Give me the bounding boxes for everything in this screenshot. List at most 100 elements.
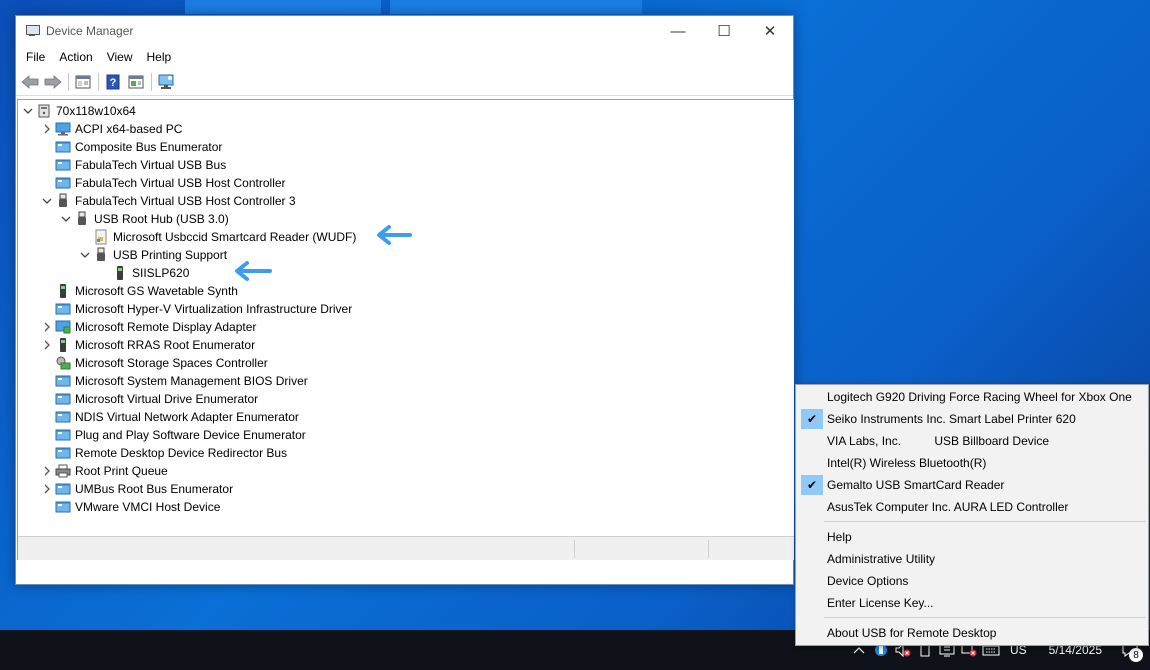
menu-action[interactable]: Action: [52, 48, 99, 66]
tree-item-label: UMBus Root Bus Enumerator: [75, 482, 234, 496]
desktop-window-edge: [185, 0, 381, 14]
menu-check-slot: [798, 431, 826, 451]
tree-item-label: Microsoft Remote Display Adapter: [75, 320, 257, 334]
menu-device-item[interactable]: ✔ Gemalto USB SmartCard Reader: [798, 474, 1146, 496]
menu-device-label: VIA Labs, Inc. USB Billboard Device: [827, 434, 1050, 448]
expand-chevron-icon[interactable]: [39, 336, 55, 354]
smartcard-icon: [93, 229, 109, 245]
system-device-icon: [55, 157, 71, 173]
help-icon[interactable]: ?: [102, 71, 124, 93]
tree-item[interactable]: Plug and Play Software Device Enumerator: [39, 426, 306, 444]
usb-redirect-context-menu: Logitech G920 Driving Force Racing Wheel…: [795, 384, 1149, 646]
update-driver-icon[interactable]: [125, 71, 147, 93]
expand-chevron-icon[interactable]: [39, 480, 55, 498]
tree-item[interactable]: Microsoft Hyper-V Virtualization Infrast…: [39, 300, 352, 318]
menu-device-item[interactable]: ✔ Seiko Instruments Inc. Smart Label Prin…: [798, 408, 1146, 430]
tree-item[interactable]: USB Root Hub (USB 3.0): [58, 210, 229, 228]
system-device-icon: [55, 301, 71, 317]
menu-about[interactable]: About USB for Remote Desktop: [798, 622, 1146, 644]
system-device-icon: [55, 481, 71, 497]
minimize-button[interactable]: —: [655, 16, 701, 46]
tree-item[interactable]: USB Printing Support: [77, 246, 227, 264]
tree-item[interactable]: Composite Bus Enumerator: [39, 138, 222, 156]
system-device-icon: [55, 391, 71, 407]
menu-separator: [824, 617, 1146, 618]
collapse-chevron-icon[interactable]: [77, 246, 93, 264]
tree-item[interactable]: Microsoft System Management BIOS Driver: [39, 372, 308, 390]
notification-count-badge: 8: [1129, 648, 1143, 662]
tree-item[interactable]: Microsoft Usbccid Smartcard Reader (WUDF…: [77, 228, 356, 246]
collapse-chevron-icon[interactable]: [58, 210, 74, 228]
properties-icon[interactable]: [72, 71, 94, 93]
tree-item[interactable]: UMBus Root Bus Enumerator: [39, 480, 233, 498]
toolbar-separator: [151, 72, 152, 91]
system-device-icon: [55, 427, 71, 443]
tree-item-label: ACPI x64-based PC: [75, 122, 183, 136]
tree-item[interactable]: ACPI x64-based PC: [39, 120, 182, 138]
usb-icon: [93, 247, 109, 263]
tree-item[interactable]: VMware VMCI Host Device: [39, 498, 220, 516]
menu-view[interactable]: View: [100, 48, 140, 66]
menu-device-item[interactable]: Intel(R) Wireless Bluetooth(R): [798, 452, 1146, 474]
tree-item[interactable]: Microsoft Remote Display Adapter: [39, 318, 256, 336]
tree-item-label: Microsoft System Management BIOS Driver: [75, 374, 308, 388]
menu-device-options[interactable]: Device Options: [798, 570, 1146, 592]
tree-item-label: Microsoft GS Wavetable Synth: [75, 284, 238, 298]
collapse-chevron-icon[interactable]: [20, 102, 36, 120]
tree-item-label: Microsoft Usbccid Smartcard Reader (WUDF…: [113, 230, 357, 244]
tree-item[interactable]: Microsoft GS Wavetable Synth: [39, 282, 238, 300]
system-device-icon: [55, 445, 71, 461]
system-device-icon: [55, 139, 71, 155]
menu-device-label: Gemalto USB SmartCard Reader: [827, 478, 1005, 492]
generic-device-icon: [55, 283, 71, 299]
tree-item[interactable]: SIISLP620: [96, 264, 189, 282]
tree-item[interactable]: FabulaTech Virtual USB Host Controller 3: [39, 192, 296, 210]
forward-icon[interactable]: [42, 71, 64, 93]
tree-item[interactable]: Remote Desktop Device Redirector Bus: [39, 444, 287, 462]
status-bar: [18, 536, 794, 560]
menu-administrative-utility[interactable]: Administrative Utility: [798, 548, 1146, 570]
expand-chevron-icon[interactable]: [39, 318, 55, 336]
svg-text:?: ?: [110, 77, 117, 89]
tree-item-label: USB Printing Support: [113, 248, 228, 262]
collapse-chevron-icon[interactable]: [39, 192, 55, 210]
menu-device-item[interactable]: VIA Labs, Inc. USB Billboard Device: [798, 430, 1146, 452]
expand-chevron-icon[interactable]: [39, 120, 55, 138]
menu-device-item[interactable]: Logitech G920 Driving Force Racing Wheel…: [798, 386, 1146, 408]
scan-hardware-icon[interactable]: [155, 71, 177, 93]
title-bar[interactable]: Device Manager — ☐ ✕: [16, 16, 793, 46]
maximize-button[interactable]: ☐: [701, 16, 747, 46]
menu-check-slot: [798, 593, 826, 613]
tree-item[interactable]: Root Print Queue: [39, 462, 168, 480]
menu-help[interactable]: Help: [798, 526, 1146, 548]
tree-item-label: FabulaTech Virtual USB Bus: [75, 158, 227, 172]
tree-item-label: Microsoft Hyper-V Virtualization Infrast…: [75, 302, 353, 316]
tree-item-label: Microsoft Virtual Drive Enumerator: [75, 392, 259, 406]
tree-item[interactable]: FabulaTech Virtual USB Host Controller: [39, 174, 286, 192]
close-button[interactable]: ✕: [747, 16, 793, 46]
menu-bar: File Action View Help: [16, 46, 793, 68]
device-tree[interactable]: 70x118w10x64 ACPI x64-based PC Composite …: [17, 99, 794, 560]
menu-device-item[interactable]: AsusTek Computer Inc. AURA LED Controlle…: [798, 496, 1146, 518]
tree-item[interactable]: Microsoft Storage Spaces Controller: [39, 354, 268, 372]
tree-root[interactable]: 70x118w10x64: [20, 102, 136, 120]
menu-action-label: Device Options: [827, 574, 909, 588]
menu-help[interactable]: Help: [140, 48, 179, 66]
tree-item[interactable]: Microsoft Virtual Drive Enumerator: [39, 390, 258, 408]
menu-enter-license-key[interactable]: Enter License Key...: [798, 592, 1146, 614]
tree-item[interactable]: NDIS Virtual Network Adapter Enumerator: [39, 408, 299, 426]
back-icon[interactable]: [19, 71, 41, 93]
tree-item[interactable]: FabulaTech Virtual USB Bus: [39, 156, 226, 174]
tree-item-label: FabulaTech Virtual USB Host Controller: [75, 176, 286, 190]
menu-device-label: Intel(R) Wireless Bluetooth(R): [827, 456, 987, 470]
tree-item[interactable]: Microsoft RRAS Root Enumerator: [39, 336, 255, 354]
menu-file[interactable]: File: [19, 48, 52, 66]
expand-chevron-icon[interactable]: [39, 462, 55, 480]
